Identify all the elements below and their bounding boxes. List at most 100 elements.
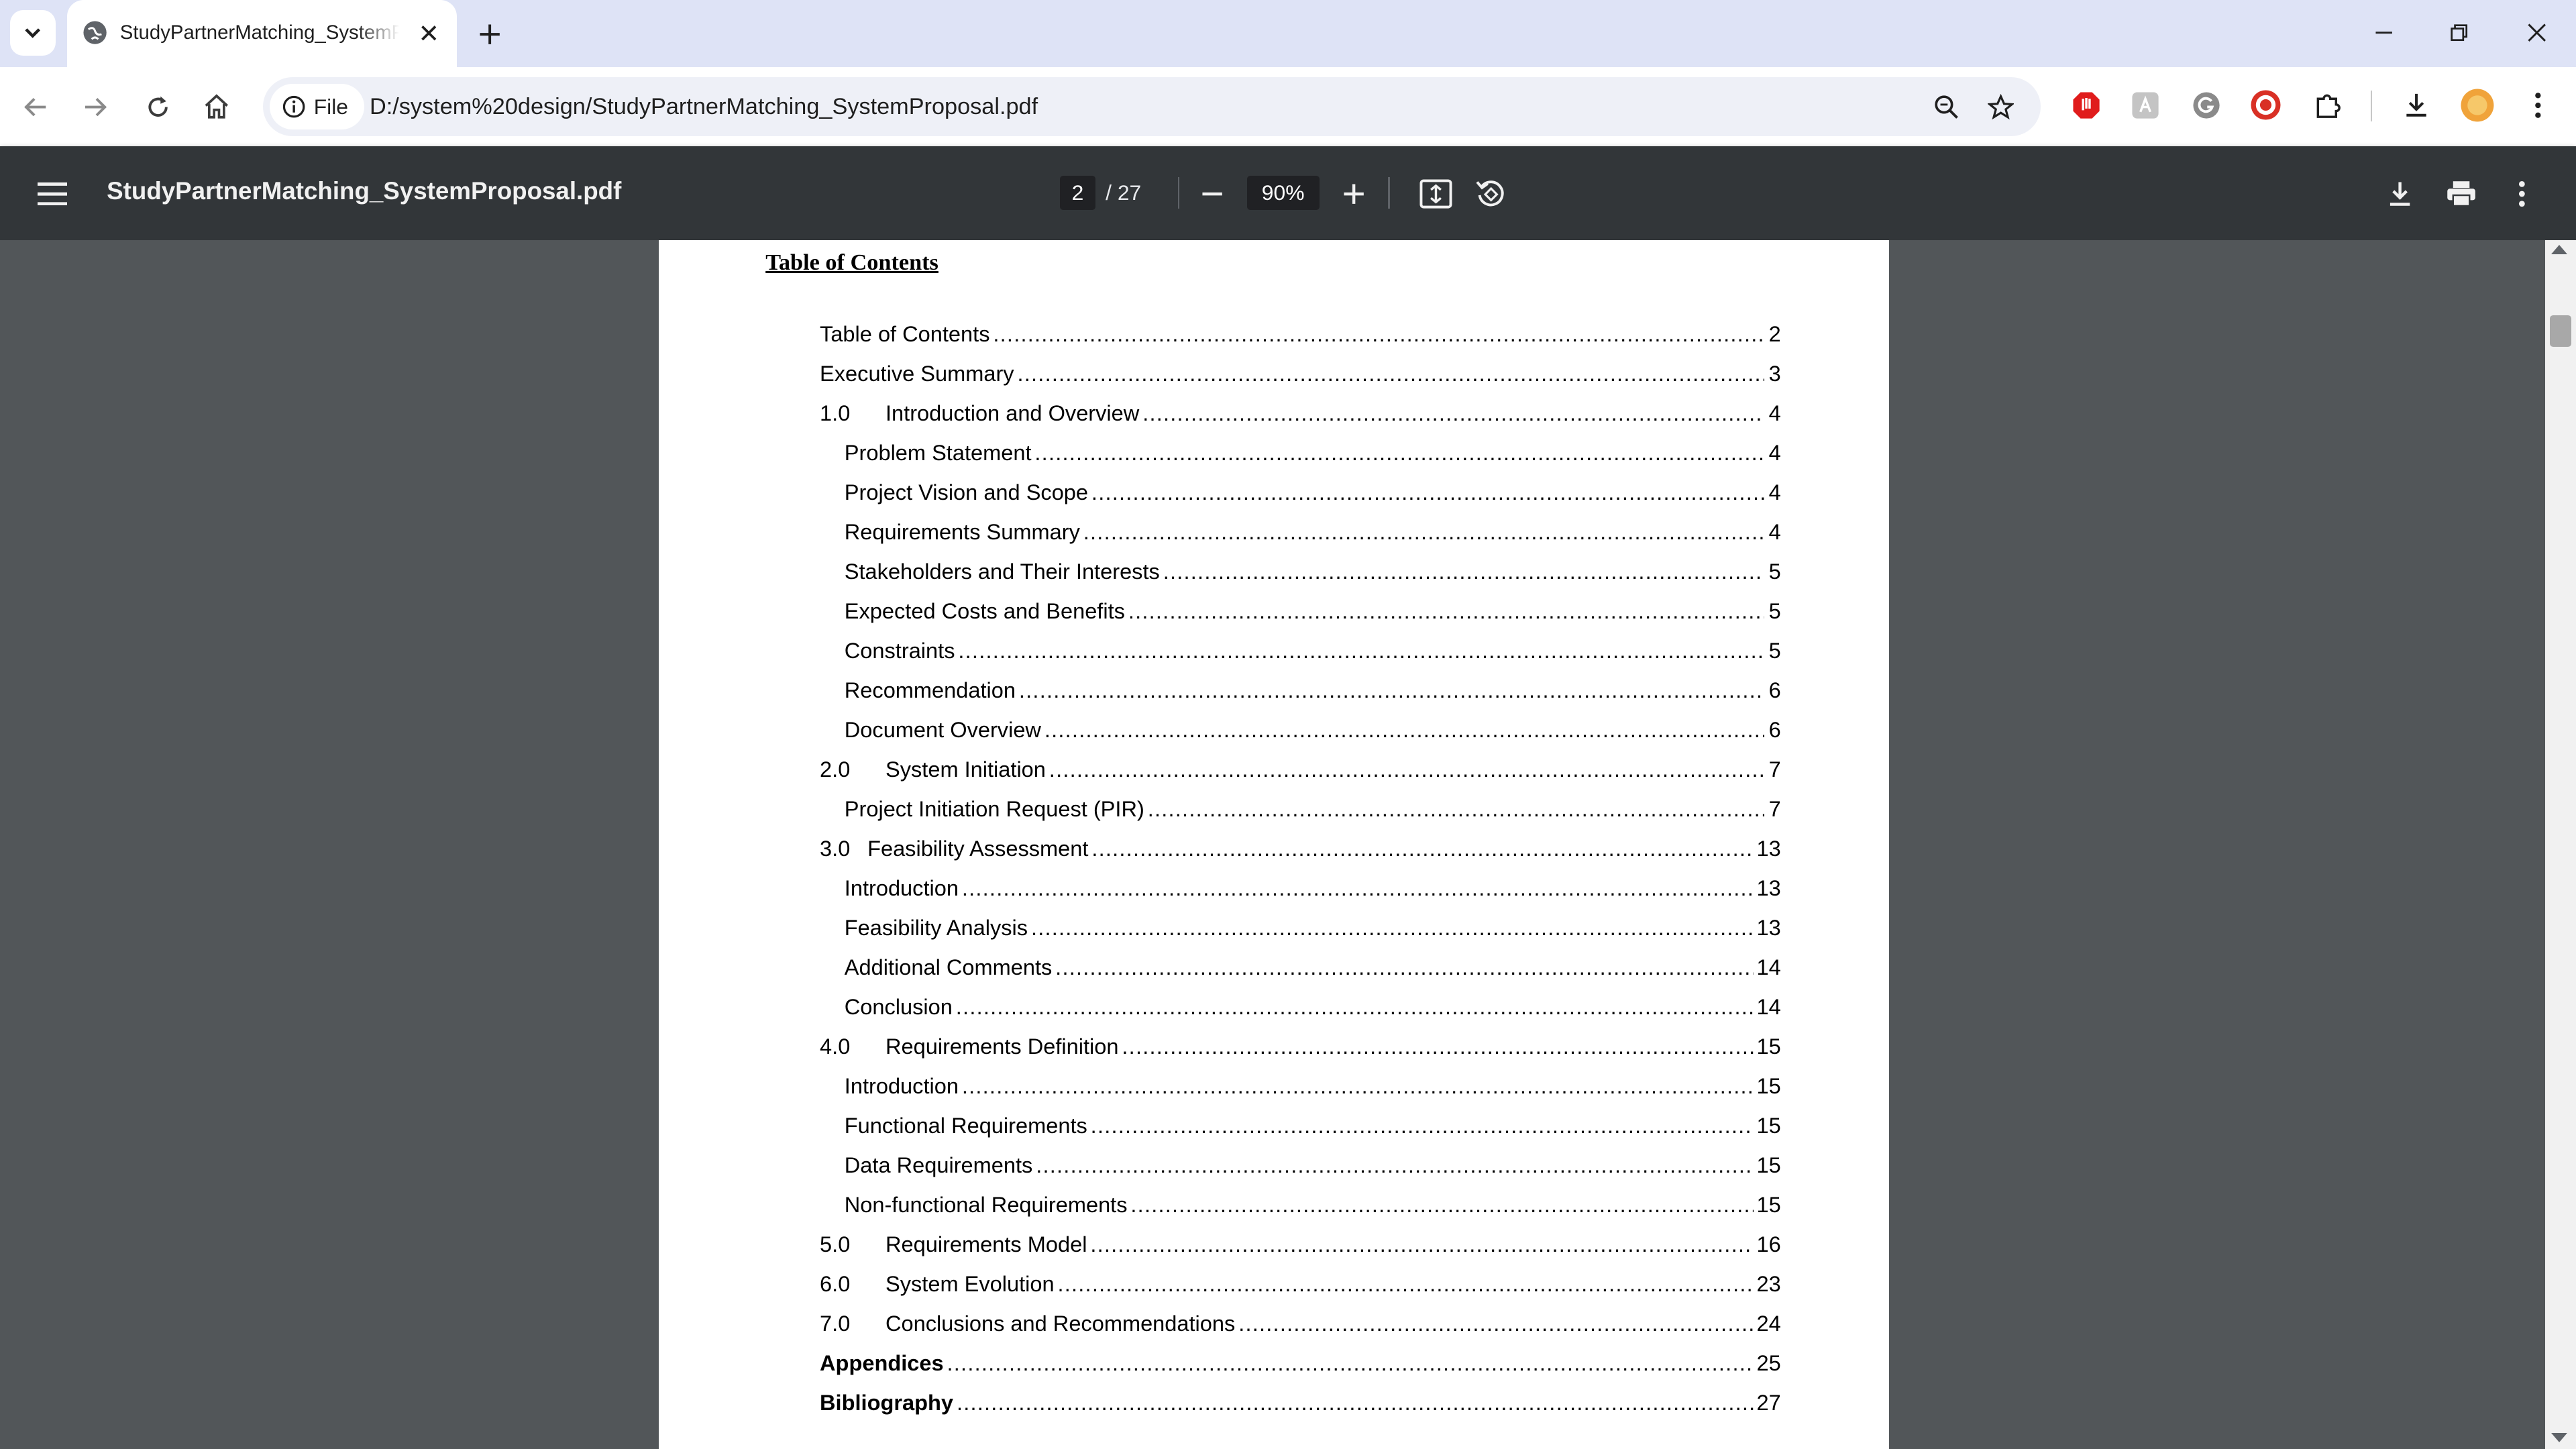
hamburger-menu-icon bbox=[38, 182, 68, 206]
browser-window: StudyPartnerMatching_SystemProposal.pdf … bbox=[0, 0, 2576, 1449]
info-icon bbox=[283, 95, 305, 118]
toc-entry-page: 13 bbox=[1756, 916, 1781, 941]
rotate-button[interactable] bbox=[1468, 172, 1511, 215]
profile-button[interactable] bbox=[2459, 87, 2496, 123]
pdf-more-button[interactable] bbox=[2500, 172, 2543, 215]
toc-heading: Table of Contents bbox=[765, 250, 938, 276]
extension-grey-button[interactable] bbox=[2127, 87, 2163, 123]
page-number-input[interactable]: 2 bbox=[1059, 176, 1096, 211]
toc-dot-leader bbox=[1036, 1153, 1753, 1178]
zoom-out-button[interactable] bbox=[1191, 172, 1234, 215]
toc-entry-number: 4.0 bbox=[820, 1034, 851, 1059]
toc-entry[interactable]: 3.0 Feasibility Assessment 13 bbox=[820, 837, 1781, 876]
toc-entry[interactable]: Constraints 5 bbox=[820, 639, 1781, 678]
bookmark-button[interactable] bbox=[1983, 89, 2019, 125]
toc-entry-page: 24 bbox=[1756, 1311, 1781, 1336]
toc-entry[interactable]: 5.0 Requirements Model 16 bbox=[820, 1232, 1781, 1272]
pdf-title: StudyPartnerMatching_SystemProposal.pdf bbox=[107, 177, 622, 205]
pdf-sidebar-toggle[interactable] bbox=[33, 174, 72, 214]
tab-strip: StudyPartnerMatching_SystemProposal.pdf … bbox=[0, 0, 2576, 68]
browser-menu-button[interactable] bbox=[2520, 87, 2557, 123]
toc-entry[interactable]: Problem Statement 4 bbox=[820, 441, 1781, 480]
tab-close-button[interactable] bbox=[414, 18, 443, 48]
close-window-button[interactable] bbox=[2512, 11, 2561, 54]
extension-red-button[interactable] bbox=[2247, 87, 2284, 123]
toc-entry-title: Non-functional Requirements bbox=[844, 1193, 1128, 1218]
toc-entry[interactable]: 4.0 Requirements Definition 15 bbox=[820, 1034, 1781, 1074]
minimize-button[interactable] bbox=[2359, 11, 2408, 54]
toc-entry[interactable]: Table of Contents 2 bbox=[820, 322, 1781, 362]
toc-entry-title: Constraints bbox=[844, 639, 955, 663]
toc-entry-title: Conclusion bbox=[844, 995, 953, 1020]
toc-entry-title: Requirements Model bbox=[885, 1232, 1087, 1257]
extension-grammarly-button[interactable] bbox=[2188, 87, 2224, 123]
toc-entry[interactable]: Document Overview 6 bbox=[820, 718, 1781, 757]
toc-entry[interactable]: Introduction 13 bbox=[820, 876, 1781, 916]
toc-entry-title: Introduction bbox=[844, 1074, 959, 1099]
close-icon bbox=[2527, 23, 2546, 42]
toc-entry[interactable]: 2.0 System Initiation 7 bbox=[820, 757, 1781, 797]
downloads-button[interactable] bbox=[2399, 87, 2435, 123]
scroll-up-arrow[interactable] bbox=[2551, 245, 2568, 254]
toc-entry[interactable]: Recommendation 6 bbox=[820, 678, 1781, 718]
new-tab-button[interactable] bbox=[470, 15, 509, 54]
zoom-indicator-button[interactable] bbox=[1929, 89, 1965, 125]
scroll-thumb[interactable] bbox=[2549, 315, 2571, 347]
zoom-level-input[interactable]: 90% bbox=[1246, 176, 1320, 211]
scroll-down-arrow[interactable] bbox=[2551, 1433, 2568, 1442]
toc-entry[interactable]: 6.0 System Evolution 23 bbox=[820, 1272, 1781, 1311]
chevron-down-icon bbox=[25, 28, 41, 38]
toc-entry-page: 3 bbox=[1768, 362, 1781, 386]
toc-entry[interactable]: Project Initiation Request (PIR) 7 bbox=[820, 797, 1781, 837]
active-tab[interactable]: StudyPartnerMatching_SystemProposal.pdf … bbox=[67, 0, 457, 68]
toc-dot-leader bbox=[1122, 1034, 1753, 1059]
toc-entry-page: 5 bbox=[1768, 559, 1781, 584]
pdf-document-area[interactable]: Table of Contents Table of Contents 2 Exec… bbox=[0, 239, 2576, 1449]
extension-adblock-button[interactable] bbox=[2068, 87, 2104, 123]
toc-entry[interactable]: Conclusion 14 bbox=[820, 995, 1781, 1034]
reload-button[interactable] bbox=[136, 85, 179, 128]
url-text[interactable]: D:/system%20design/StudyPartnerMatching_… bbox=[370, 94, 1038, 120]
toc-entry[interactable]: Bibliography 27 bbox=[820, 1391, 1781, 1430]
kebab-menu-icon bbox=[2535, 92, 2541, 118]
vertical-scrollbar[interactable] bbox=[2544, 239, 2576, 1449]
toc-entry[interactable]: Expected Costs and Benefits 5 bbox=[820, 599, 1781, 639]
zoom-in-button[interactable] bbox=[1332, 172, 1375, 215]
pdf-download-button[interactable] bbox=[2379, 172, 2422, 215]
toc-dot-leader bbox=[1238, 1311, 1753, 1336]
toc-entry[interactable]: Data Requirements 15 bbox=[820, 1153, 1781, 1193]
toolbar-divider bbox=[1388, 177, 1390, 209]
toc-entry-title: Feasibility Analysis bbox=[844, 916, 1028, 941]
pdf-print-button[interactable] bbox=[2440, 172, 2483, 215]
extension-a-icon bbox=[2132, 92, 2159, 119]
tab-search-button[interactable] bbox=[9, 9, 56, 56]
toc-entry-number: 1.0 bbox=[820, 401, 851, 426]
back-button[interactable] bbox=[15, 85, 58, 128]
toc-entry[interactable]: 7.0 Conclusions and Recommendations 24 bbox=[820, 1311, 1781, 1351]
toc-entry[interactable]: Introduction 15 bbox=[820, 1074, 1781, 1114]
toc-entry[interactable]: Stakeholders and Their Interests 5 bbox=[820, 559, 1781, 599]
toc-entry[interactable]: Appendices 25 bbox=[820, 1351, 1781, 1391]
site-info-chip[interactable]: File bbox=[269, 83, 365, 130]
toc-entry[interactable]: Feasibility Analysis 13 bbox=[820, 916, 1781, 955]
adblock-stop-icon bbox=[2073, 92, 2100, 119]
toc-entry[interactable]: Additional Comments 14 bbox=[820, 955, 1781, 995]
toc-entry-page: 23 bbox=[1756, 1272, 1781, 1297]
address-bar[interactable]: File D:/system%20design/StudyPartnerMatc… bbox=[262, 77, 2041, 137]
printer-icon bbox=[2447, 181, 2475, 207]
toc-entry-number: 6.0 bbox=[820, 1272, 851, 1297]
toc-entry[interactable]: Project Vision and Scope 4 bbox=[820, 480, 1781, 520]
home-button[interactable] bbox=[195, 85, 238, 128]
toc-entry[interactable]: Functional Requirements 15 bbox=[820, 1114, 1781, 1153]
toc-entry-title: Introduction bbox=[844, 876, 959, 901]
restore-button[interactable] bbox=[2434, 11, 2483, 54]
pdf-page: Table of Contents Table of Contents 2 Exec… bbox=[659, 239, 1890, 1449]
toc-entry[interactable]: Non-functional Requirements 15 bbox=[820, 1193, 1781, 1232]
toc-entry-page: 25 bbox=[1756, 1351, 1781, 1376]
toc-entry[interactable]: Executive Summary 3 bbox=[820, 362, 1781, 401]
toc-entry[interactable]: Requirements Summary 4 bbox=[820, 520, 1781, 559]
fit-page-button[interactable] bbox=[1415, 172, 1458, 215]
toc-entry[interactable]: 1.0 Introduction and Overview 4 bbox=[820, 401, 1781, 441]
extensions-menu-button[interactable] bbox=[2310, 87, 2346, 123]
forward-button[interactable] bbox=[74, 85, 117, 128]
